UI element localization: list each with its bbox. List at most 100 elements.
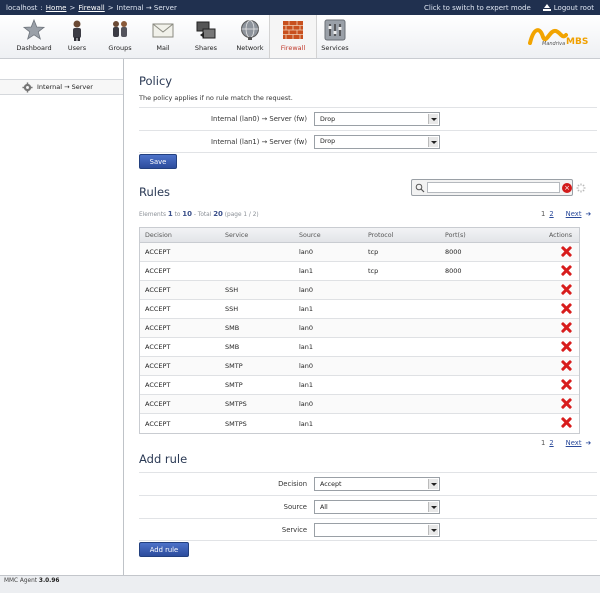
user-icon (73, 20, 81, 41)
chevron-down-icon (428, 502, 438, 512)
nav-label: Network (236, 44, 264, 52)
breadcrumb-firewall-link[interactable]: Firewall (78, 4, 104, 12)
cell-source: lan1 (299, 305, 314, 313)
table-row: ACCEPT SMB lan0 (140, 319, 579, 338)
col-ports[interactable]: Port(s) (440, 232, 528, 239)
delete-icon[interactable] (561, 265, 572, 276)
policy-title: Policy (139, 74, 173, 88)
pager-next-link[interactable]: Next (566, 210, 582, 218)
table-row: ACCEPT lan0 tcp 8000 (140, 243, 579, 262)
cell-service: SMTPS (225, 400, 247, 408)
nav-label: Mail (156, 44, 170, 52)
delete-icon[interactable] (561, 341, 572, 352)
firewall-icon (283, 21, 303, 39)
cell-service: SMTPS (225, 419, 247, 428)
rules-title: Rules (139, 185, 171, 199)
delete-icon[interactable] (561, 284, 572, 295)
service-select[interactable] (314, 522, 440, 537)
col-decision[interactable]: Decision (140, 232, 220, 239)
select-value: All (320, 503, 328, 511)
nav-firewall[interactable]: Firewall (269, 15, 317, 58)
cell-source: lan1 (299, 419, 314, 428)
delete-icon[interactable] (561, 379, 572, 390)
nav-label: Dashboard (16, 44, 52, 52)
delete-icon[interactable] (561, 303, 572, 314)
cell-actions (528, 265, 579, 278)
decision-select[interactable]: Accept (314, 477, 440, 491)
pagination-summary: Elements 1 to 10 - Total 20 (page 1 / 2) (139, 210, 259, 218)
nav-mail[interactable]: Mail (145, 15, 181, 58)
star-icon (22, 18, 46, 40)
cell-ports: 8000 (445, 267, 462, 275)
breadcrumb-current: Internal → Server (116, 3, 177, 12)
cell-actions (528, 341, 579, 354)
delete-icon[interactable] (561, 322, 572, 333)
nav-dashboard[interactable]: Dashboard (8, 15, 60, 58)
col-service[interactable]: Service (220, 232, 294, 239)
footer-version: 3.0.96 (38, 578, 60, 584)
sidebar-item-internal-server[interactable]: Internal → Server (0, 79, 123, 95)
table-row: ACCEPT SMTPS lan0 (140, 395, 579, 414)
source-select[interactable]: All (314, 500, 440, 514)
mail-icon (152, 23, 174, 38)
pager-page-2[interactable]: 2 (549, 210, 553, 218)
policy-row-label: Internal (lan0) → Server (fw) (211, 115, 307, 123)
policy-description: The policy applies if no rule match the … (139, 94, 293, 102)
cell-actions (528, 322, 579, 335)
cell-source: lan0 (299, 400, 314, 408)
policy-lan0-select[interactable]: Drop (314, 112, 440, 126)
rules-table: Decision Service Source Protocol Port(s)… (139, 227, 580, 434)
policy-lan1-select[interactable]: Drop (314, 134, 440, 149)
pager-current: 1 (541, 210, 546, 218)
logout-label: Logout root (553, 3, 594, 12)
meta-to: 10 (182, 210, 193, 218)
delete-icon[interactable] (561, 398, 572, 409)
footer: MMC Agent 3.0.96 (0, 575, 600, 593)
globe-icon (241, 20, 259, 40)
cell-service: SMB (225, 343, 240, 351)
add-rule-button[interactable]: Add rule (139, 542, 189, 557)
shares-icon (196, 21, 216, 39)
nav-services[interactable]: Services (320, 15, 350, 58)
search-input[interactable] (427, 182, 560, 193)
module-toolbar: Dashboard Users Groups Mail Shares Netwo… (0, 15, 600, 59)
delete-icon[interactable] (561, 417, 572, 428)
chevron-down-icon (428, 136, 438, 147)
save-button[interactable]: Save (139, 154, 177, 169)
top-bar: localhost : Home > Firewall > Internal →… (0, 0, 600, 15)
breadcrumb-home-link[interactable]: Home (46, 4, 67, 12)
add-rule-service-row: Service (139, 518, 597, 541)
cell-source: lan0 (299, 362, 314, 370)
col-protocol[interactable]: Protocol (363, 232, 440, 239)
pager-next-link[interactable]: Next (566, 439, 582, 447)
cell-decision: ACCEPT (145, 381, 171, 389)
col-source[interactable]: Source (294, 232, 363, 239)
eject-icon (542, 4, 551, 11)
cell-decision: ACCEPT (145, 248, 171, 256)
expert-mode-link[interactable]: Click to switch to expert mode (424, 4, 531, 12)
topbar-actions: Click to switch to expert mode Logout ro… (424, 4, 594, 12)
table-row: ACCEPT SMTP lan0 (140, 357, 579, 376)
cell-service: SMB (225, 324, 240, 332)
table-row: ACCEPT SSH lan0 (140, 281, 579, 300)
add-rule-decision-row: Decision Accept (139, 472, 597, 495)
nav-network[interactable]: Network (231, 15, 269, 58)
pager-page-2[interactable]: 2 (549, 439, 553, 447)
cell-source: lan1 (299, 267, 314, 275)
cell-source: lan1 (299, 343, 314, 351)
delete-icon[interactable] (561, 246, 572, 257)
policy-row-lan0: Internal (lan0) → Server (fw) Drop (139, 107, 597, 130)
cell-service: SMTP (225, 381, 243, 389)
delete-icon[interactable] (561, 360, 572, 371)
cell-ports: 8000 (445, 248, 462, 256)
clear-search-icon[interactable]: × (562, 183, 572, 193)
field-label: Service (281, 525, 307, 534)
nav-shares[interactable]: Shares (186, 15, 226, 58)
footer-agent: MMC Agent (4, 578, 38, 584)
nav-users[interactable]: Users (60, 15, 94, 58)
nav-groups[interactable]: Groups (100, 15, 140, 58)
table-row: ACCEPT SSH lan1 (140, 300, 579, 319)
col-actions: Actions (548, 231, 572, 239)
logout-link[interactable]: Logout root (542, 3, 594, 12)
pager-current: 1 (541, 439, 546, 447)
